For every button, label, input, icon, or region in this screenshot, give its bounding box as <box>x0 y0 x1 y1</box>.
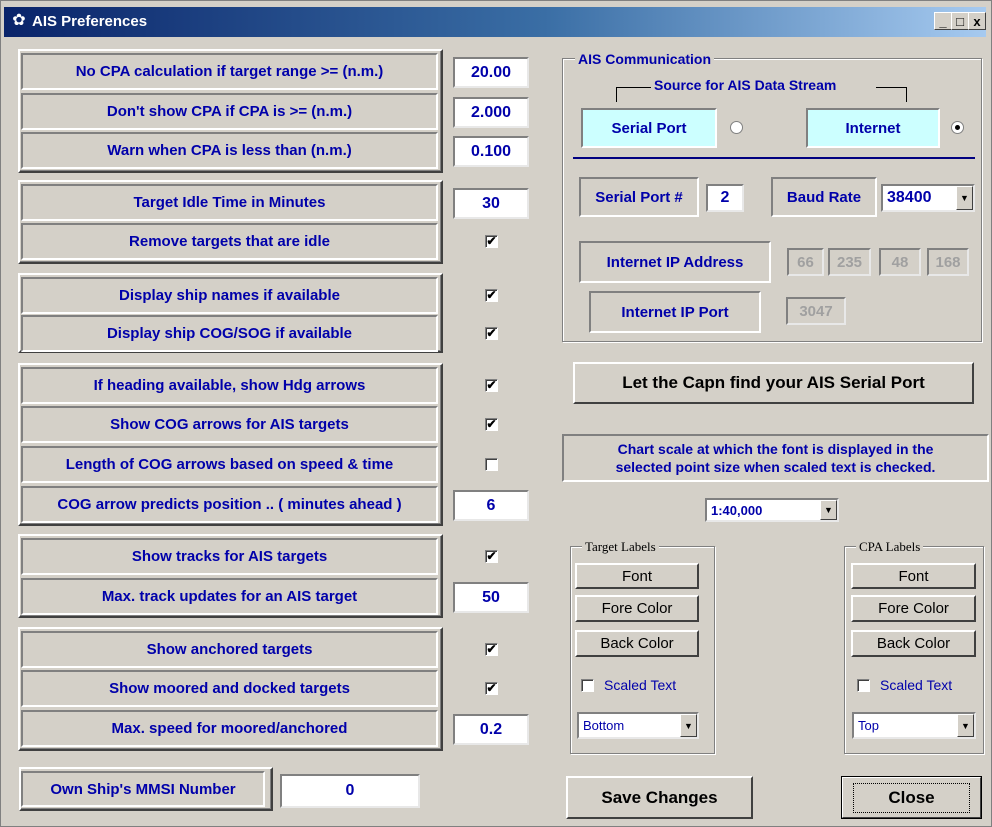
setting-label: COG arrow predicts position .. ( minutes… <box>21 486 438 523</box>
ip-octet-3[interactable]: 48 <box>879 248 921 276</box>
cpa-scaled-text-checkbox[interactable] <box>857 679 870 692</box>
setting-label: Length of COG arrows based on speed & ti… <box>21 446 438 483</box>
setting-label: Max. speed for moored/anchored <box>21 710 438 747</box>
chevron-down-icon[interactable]: ▼ <box>957 714 974 737</box>
ip-octet-2[interactable]: 235 <box>828 248 871 276</box>
serial-port-radio[interactable] <box>730 121 743 134</box>
serial-port-number-label: Serial Port # <box>579 177 699 217</box>
setting-label: Show tracks for AIS targets <box>21 538 438 575</box>
internet-source-label: Internet <box>806 108 940 148</box>
target-position-select[interactable]: Bottom ▼ <box>577 712 699 739</box>
serial-port-source-label: Serial Port <box>581 108 717 148</box>
chart-scale-text-1: Chart scale at which the font is display… <box>617 441 934 457</box>
chart-scale-description: Chart scale at which the font is display… <box>562 434 989 482</box>
setting-label: Remove targets that are idle <box>21 223 438 260</box>
cpa-font-button[interactable]: Font <box>851 563 976 589</box>
setting-checkbox[interactable]: ✔ <box>485 235 498 248</box>
find-serial-port-button[interactable]: Let the Capn find your AIS Serial Port <box>573 362 974 404</box>
app-icon: ✿ <box>12 12 26 29</box>
cpa-scaled-text-label: Scaled Text <box>880 677 953 693</box>
cpa-labels-title: CPA Labels <box>856 539 924 555</box>
setting-value-input[interactable]: 0.100 <box>453 136 529 167</box>
setting-label: Max. track updates for an AIS target <box>21 578 438 615</box>
ais-communication-title: AIS Communication <box>575 51 715 67</box>
window-title: AIS Preferences <box>32 13 148 30</box>
setting-value-input[interactable]: 30 <box>453 188 529 219</box>
source-title: Source for AIS Data Stream <box>651 77 840 93</box>
setting-label: No CPA calculation if target range >= (n… <box>21 53 438 90</box>
chevron-down-icon[interactable]: ▼ <box>820 500 837 520</box>
setting-label: Don't show CPA if CPA is >= (n.m.) <box>21 93 438 130</box>
close-button-label: Close <box>853 782 970 813</box>
close-button[interactable]: Close <box>841 776 982 819</box>
communication-divider <box>573 157 975 159</box>
save-changes-button[interactable]: Save Changes <box>566 776 753 819</box>
mmsi-label: Own Ship's MMSI Number <box>21 771 265 807</box>
target-font-button[interactable]: Font <box>575 563 699 589</box>
internet-radio[interactable] <box>951 121 964 134</box>
chevron-down-icon[interactable]: ▼ <box>680 714 697 737</box>
baud-rate-select[interactable]: 38400 ▼ <box>881 184 975 212</box>
title-bar[interactable]: ✿ AIS Preferences _ □ x <box>4 7 986 37</box>
setting-checkbox[interactable]: ✔ <box>485 379 498 392</box>
radio-selected-dot <box>955 125 960 130</box>
ip-octet-4[interactable]: 168 <box>927 248 969 276</box>
setting-label: Display ship names if available <box>21 277 438 314</box>
setting-checkbox[interactable]: ✔ <box>485 327 498 340</box>
target-scaled-text-checkbox[interactable] <box>581 679 594 692</box>
chart-scale-value: 1:40,000 <box>711 502 763 518</box>
ip-octet-1[interactable]: 66 <box>787 248 824 276</box>
close-window-button[interactable]: x <box>968 12 986 30</box>
setting-checkbox[interactable]: ✔ <box>485 682 498 695</box>
setting-checkbox[interactable]: ✔ <box>485 643 498 656</box>
chart-scale-text-2: selected point size when scaled text is … <box>615 459 936 475</box>
target-position-value: Bottom <box>583 718 625 733</box>
serial-port-number-input[interactable]: 2 <box>706 184 744 212</box>
cpa-fore-color-button[interactable]: Fore Color <box>851 595 976 622</box>
ip-port-label: Internet IP Port <box>589 291 761 333</box>
target-fore-color-button[interactable]: Fore Color <box>575 595 699 622</box>
setting-label: Target Idle Time in Minutes <box>21 184 438 221</box>
minimize-button[interactable]: _ <box>934 12 952 30</box>
setting-label: Show moored and docked targets <box>21 670 438 707</box>
setting-checkbox[interactable]: ✔ <box>485 289 498 302</box>
cpa-back-color-button[interactable]: Back Color <box>851 630 976 657</box>
setting-label: Display ship COG/SOG if available <box>21 315 438 352</box>
ais-preferences-window: ✿ AIS Preferences _ □ x No CPA calculati… <box>0 0 992 827</box>
setting-value-input[interactable]: 20.00 <box>453 57 529 88</box>
ip-port-input[interactable]: 3047 <box>786 297 846 325</box>
cpa-position-select[interactable]: Top ▼ <box>852 712 976 739</box>
target-back-color-button[interactable]: Back Color <box>575 630 699 657</box>
cpa-position-value: Top <box>858 718 879 733</box>
setting-checkbox[interactable]: ✔ <box>485 418 498 431</box>
target-scaled-text-label: Scaled Text <box>604 677 677 693</box>
source-bracket-right <box>876 87 907 102</box>
setting-label: Warn when CPA is less than (n.m.) <box>21 132 438 169</box>
chevron-down-icon[interactable]: ▼ <box>956 186 973 210</box>
target-labels-title: Target Labels <box>582 539 659 555</box>
setting-value-input[interactable]: 6 <box>453 490 529 521</box>
baud-rate-label: Baud Rate <box>771 177 877 217</box>
setting-checkbox[interactable] <box>485 458 498 471</box>
setting-label: Show COG arrows for AIS targets <box>21 406 438 443</box>
source-bracket-left <box>616 87 653 102</box>
ip-address-label: Internet IP Address <box>579 241 771 283</box>
setting-checkbox[interactable]: ✔ <box>485 550 498 563</box>
setting-value-input[interactable]: 2.000 <box>453 97 529 128</box>
setting-value-input[interactable]: 0.2 <box>453 714 529 745</box>
maximize-button[interactable]: □ <box>951 12 969 30</box>
baud-rate-value: 38400 <box>887 189 932 206</box>
chart-scale-select[interactable]: 1:40,000 ▼ <box>705 498 839 522</box>
setting-value-input[interactable]: 50 <box>453 582 529 613</box>
setting-label: If heading available, show Hdg arrows <box>21 367 438 404</box>
setting-label: Show anchored targets <box>21 631 438 668</box>
mmsi-input[interactable]: 0 <box>280 774 420 808</box>
